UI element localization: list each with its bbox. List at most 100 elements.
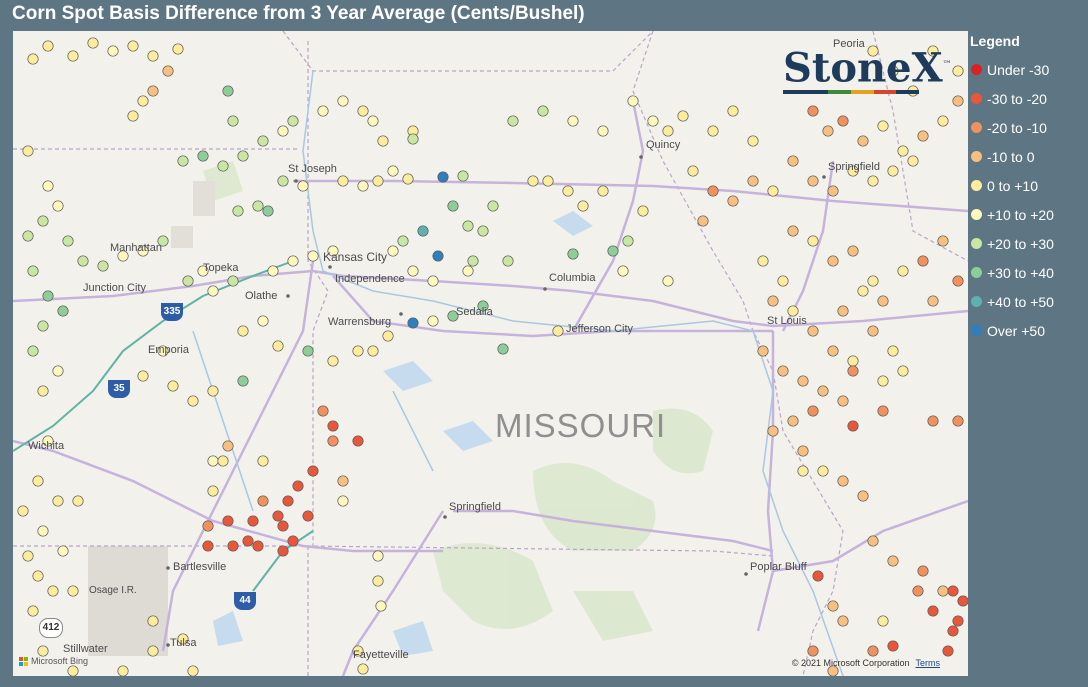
basis-dot[interactable] [427, 315, 439, 327]
basis-dot[interactable] [807, 105, 819, 117]
basis-dot[interactable] [232, 205, 244, 217]
basis-dot[interactable] [662, 275, 674, 287]
basis-dot[interactable] [407, 265, 419, 277]
basis-dot[interactable] [562, 185, 574, 197]
basis-dot[interactable] [947, 625, 959, 637]
basis-dot[interactable] [257, 455, 269, 467]
basis-dot[interactable] [567, 115, 579, 127]
basis-dot[interactable] [937, 115, 949, 127]
basis-dot[interactable] [17, 505, 29, 517]
basis-dot[interactable] [617, 265, 629, 277]
basis-dot[interactable] [162, 65, 174, 77]
basis-dot[interactable] [302, 510, 314, 522]
basis-dot[interactable] [807, 175, 819, 187]
basis-dot[interactable] [457, 170, 469, 182]
basis-dot[interactable] [337, 175, 349, 187]
basis-dot[interactable] [952, 615, 964, 627]
basis-dot[interactable] [257, 495, 269, 507]
basis-dot[interactable] [607, 245, 619, 257]
basis-dot[interactable] [777, 365, 789, 377]
basis-dot[interactable] [857, 490, 869, 502]
basis-dot[interactable] [757, 345, 769, 357]
basis-dot[interactable] [897, 365, 909, 377]
basis-dot[interactable] [167, 380, 179, 392]
basis-dot[interactable] [207, 285, 219, 297]
basis-dot[interactable] [727, 105, 739, 117]
basis-dot[interactable] [262, 205, 274, 217]
basis-dot[interactable] [147, 615, 159, 627]
basis-dot[interactable] [257, 135, 269, 147]
basis-dot[interactable] [787, 415, 799, 427]
basis-dot[interactable] [222, 85, 234, 97]
basis-dot[interactable] [837, 475, 849, 487]
basis-dot[interactable] [812, 570, 824, 582]
basis-dot[interactable] [497, 343, 509, 355]
basis-dot[interactable] [72, 495, 84, 507]
basis-dot[interactable] [352, 435, 364, 447]
basis-dot[interactable] [867, 275, 879, 287]
basis-dot[interactable] [227, 275, 239, 287]
basis-dot[interactable] [867, 535, 879, 547]
basis-dot[interactable] [797, 465, 809, 477]
basis-dot[interactable] [357, 180, 369, 192]
basis-dot[interactable] [407, 133, 419, 145]
basis-dot[interactable] [52, 365, 64, 377]
basis-dot[interactable] [417, 225, 429, 237]
map-view[interactable]: St Joseph Manhattan Topeka Kansas City I… [13, 31, 968, 676]
basis-dot[interactable] [87, 37, 99, 49]
basis-dot[interactable] [52, 200, 64, 212]
basis-dot[interactable] [372, 175, 384, 187]
basis-dot[interactable] [877, 120, 889, 132]
basis-dot[interactable] [637, 205, 649, 217]
terms-link[interactable]: Terms [916, 658, 941, 668]
basis-dot[interactable] [952, 415, 964, 427]
basis-dot[interactable] [32, 570, 44, 582]
basis-dot[interactable] [847, 245, 859, 257]
basis-dot[interactable] [827, 600, 839, 612]
basis-dot[interactable] [397, 235, 409, 247]
basis-dot[interactable] [197, 150, 209, 162]
basis-dot[interactable] [647, 115, 659, 127]
basis-dot[interactable] [267, 265, 279, 277]
basis-dot[interactable] [62, 235, 74, 247]
basis-dot[interactable] [887, 640, 899, 652]
basis-dot[interactable] [857, 285, 869, 297]
basis-dot[interactable] [787, 155, 799, 167]
basis-dot[interactable] [407, 317, 419, 329]
basis-dot[interactable] [272, 510, 284, 522]
basis-dot[interactable] [487, 200, 499, 212]
basis-dot[interactable] [767, 295, 779, 307]
basis-dot[interactable] [677, 110, 689, 122]
basis-dot[interactable] [462, 220, 474, 232]
basis-dot[interactable] [117, 665, 129, 676]
basis-dot[interactable] [22, 145, 34, 157]
basis-dot[interactable] [807, 645, 819, 657]
basis-dot[interactable] [247, 515, 259, 527]
basis-dot[interactable] [217, 455, 229, 467]
basis-dot[interactable] [172, 43, 184, 55]
basis-dot[interactable] [287, 255, 299, 267]
basis-dot[interactable] [467, 255, 479, 267]
basis-dot[interactable] [697, 215, 709, 227]
basis-dot[interactable] [147, 50, 159, 62]
basis-dot[interactable] [252, 540, 264, 552]
basis-dot[interactable] [837, 615, 849, 627]
basis-dot[interactable] [817, 465, 829, 477]
basis-dot[interactable] [727, 195, 739, 207]
basis-dot[interactable] [107, 45, 119, 57]
basis-dot[interactable] [777, 275, 789, 287]
basis-dot[interactable] [477, 225, 489, 237]
basis-dot[interactable] [257, 315, 269, 327]
basis-dot[interactable] [877, 375, 889, 387]
basis-dot[interactable] [377, 135, 389, 147]
basis-dot[interactable] [177, 155, 189, 167]
basis-dot[interactable] [317, 405, 329, 417]
basis-dot[interactable] [307, 250, 319, 262]
basis-dot[interactable] [202, 540, 214, 552]
basis-dot[interactable] [302, 345, 314, 357]
basis-dot[interactable] [297, 180, 309, 192]
basis-dot[interactable] [307, 465, 319, 477]
basis-dot[interactable] [57, 305, 69, 317]
basis-dot[interactable] [227, 540, 239, 552]
basis-dot[interactable] [747, 175, 759, 187]
